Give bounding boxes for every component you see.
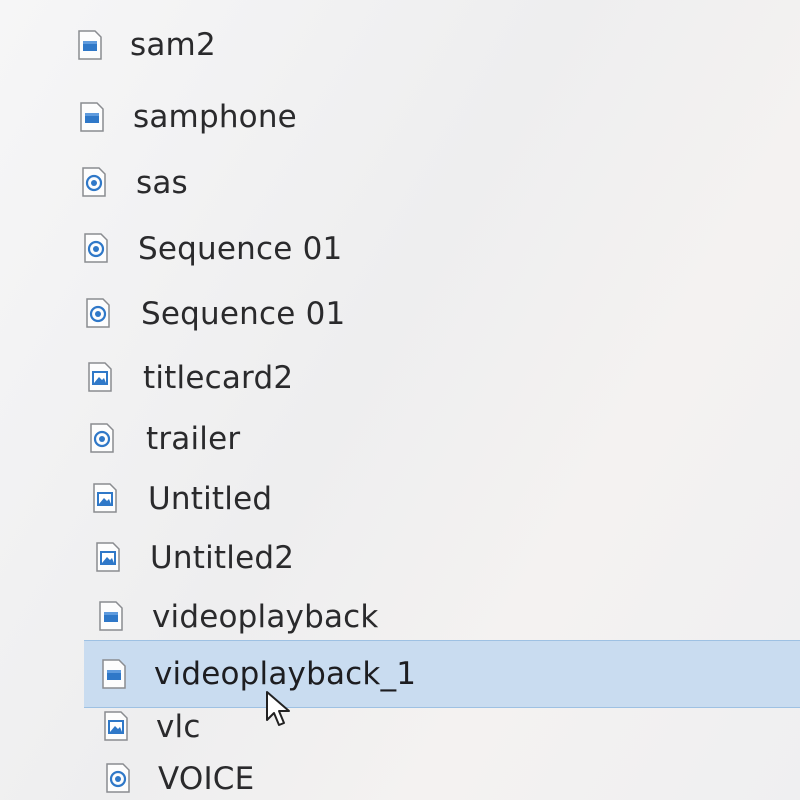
file-row[interactable]: Untitled [0, 476, 800, 522]
file-row[interactable]: trailer [0, 416, 800, 462]
file-name: videoplayback [152, 599, 379, 635]
file-name: sam2 [130, 27, 216, 63]
file-name: titlecard2 [143, 360, 294, 396]
file-name: sas [136, 165, 188, 201]
video-file-icon [99, 601, 123, 631]
video-file-icon [80, 102, 104, 132]
mouse-pointer-icon [266, 691, 290, 726]
file-row[interactable]: titlecard2 [0, 355, 800, 401]
file-row[interactable]: Sequence 01 [0, 291, 800, 337]
file-list: sam2 samphone sas Sequence 01 Sequence 0 [0, 0, 800, 800]
image-file-icon [96, 542, 120, 572]
file-row[interactable]: samphone [0, 94, 800, 140]
file-name: Sequence 01 [141, 296, 346, 332]
video-file-icon [102, 659, 126, 689]
file-explorer-screen: sam2 samphone sas Sequence 01 Sequence 0 [0, 0, 800, 800]
media-file-icon [82, 167, 106, 197]
file-name: Sequence 01 [138, 231, 343, 267]
file-row[interactable]: Sequence 01 [0, 226, 800, 272]
file-row[interactable]: sas [0, 160, 800, 206]
file-row[interactable]: videoplayback [0, 594, 800, 640]
image-file-icon [93, 483, 117, 513]
file-row[interactable]: vlc [0, 704, 800, 750]
file-name: samphone [133, 99, 297, 135]
file-row[interactable]: VOICE [0, 756, 800, 800]
image-file-icon [104, 711, 128, 741]
media-file-icon [106, 763, 130, 793]
media-file-icon [86, 298, 110, 328]
image-file-icon [88, 362, 112, 392]
file-row[interactable]: sam2 [0, 22, 800, 68]
video-file-icon [78, 30, 102, 60]
file-name: vlc [156, 709, 201, 745]
file-name: VOICE [158, 761, 255, 797]
media-file-icon [90, 423, 114, 453]
file-row-selected[interactable]: videoplayback_1 [84, 640, 800, 708]
file-row[interactable]: Untitled2 [0, 535, 800, 581]
file-name: trailer [146, 421, 241, 457]
media-file-icon [84, 233, 108, 263]
file-name: Untitled [148, 481, 273, 517]
file-name: Untitled2 [150, 540, 295, 576]
